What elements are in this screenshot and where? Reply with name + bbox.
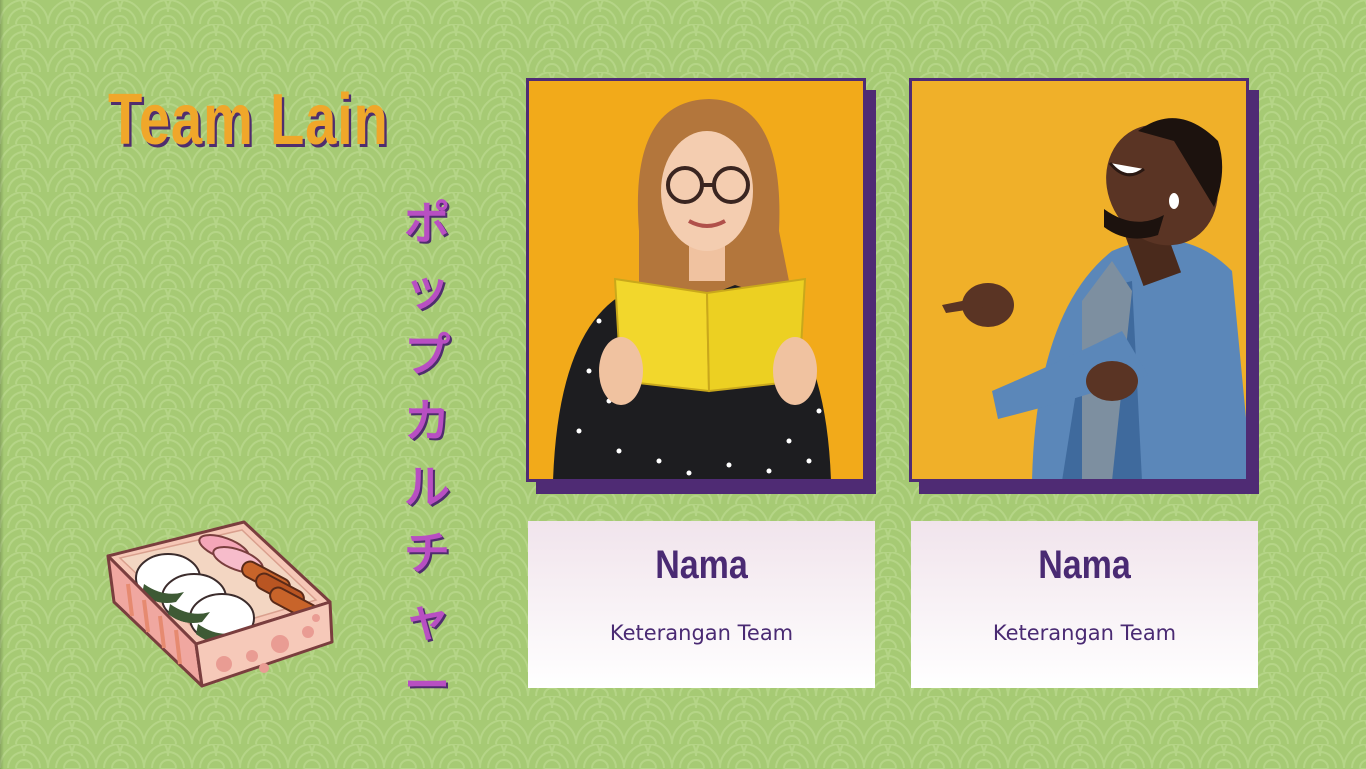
vertical-char: カ	[404, 394, 450, 448]
member-name: Nama	[1038, 543, 1131, 587]
vertical-char: ー	[404, 658, 450, 712]
man-laughing-photo	[909, 78, 1249, 482]
vertical-char: プ	[404, 328, 450, 382]
member-description: Keterangan Team	[992, 621, 1177, 645]
member-name: Nama	[655, 543, 748, 587]
member-description: Keterangan Team	[609, 621, 794, 645]
team-photo-card	[526, 78, 876, 494]
slide-title: Team Lain	[108, 80, 389, 160]
bento-box-icon	[106, 520, 334, 688]
japanese-vertical-text: ポ ッ プ カ ル チ ャ ー	[396, 190, 458, 718]
woman-reading-book-photo	[526, 78, 866, 482]
team-member-info-card: Nama Keterangan Team	[911, 521, 1258, 688]
left-edge-shade	[0, 0, 4, 769]
team-member-info-card: Nama Keterangan Team	[528, 521, 875, 688]
vertical-char: ポ	[404, 196, 450, 250]
vertical-char: ル	[404, 460, 450, 514]
vertical-char: チ	[404, 526, 450, 580]
team-photo-card	[909, 78, 1259, 494]
vertical-char: ャ	[404, 592, 450, 646]
vertical-char: ッ	[404, 262, 450, 316]
